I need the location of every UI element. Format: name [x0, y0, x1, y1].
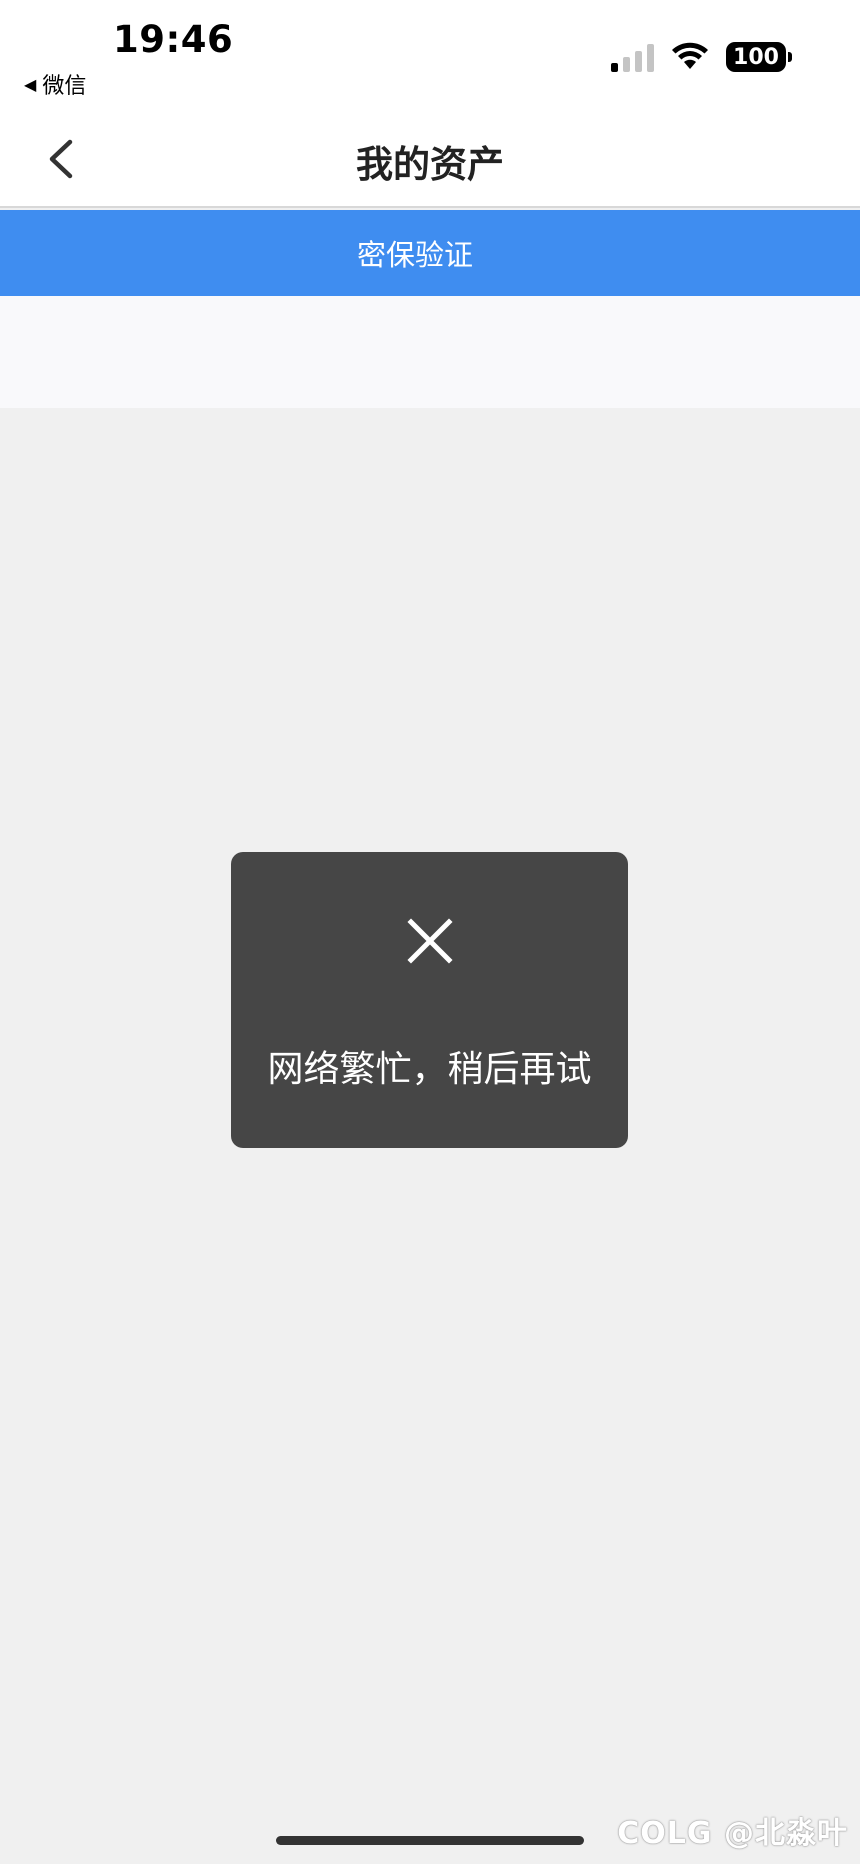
screen: 19:46 ◀ 微信 100 我的资产 密保验证 网络繁忙，稍后再试 COLG … — [0, 0, 860, 1864]
status-bar: 19:46 ◀ 微信 100 — [0, 0, 860, 110]
back-app-label: 微信 — [42, 74, 87, 99]
page-title: 我的资产 — [356, 143, 504, 186]
error-toast: 网络繁忙，稍后再试 — [231, 852, 628, 1148]
back-triangle-icon: ◀ — [24, 74, 37, 94]
toast-message: 网络繁忙，稍后再试 — [267, 1049, 592, 1090]
content-placeholder — [0, 296, 860, 408]
wifi-icon — [672, 42, 708, 69]
watermark: COLG @北淼叶 — [617, 1816, 848, 1851]
cellular-signal-icon — [611, 42, 654, 72]
home-indicator[interactable] — [276, 1836, 584, 1845]
status-time: 19:46 — [113, 18, 234, 61]
battery-icon: 100 — [726, 42, 792, 72]
battery-level: 100 — [733, 44, 779, 70]
back-to-app-link[interactable]: ◀ 微信 — [24, 68, 86, 100]
security-verification-banner[interactable]: 密保验证 — [0, 210, 860, 296]
status-indicators: 100 — [611, 42, 792, 72]
banner-label: 密保验证 — [356, 238, 473, 272]
nav-bar: 我的资产 — [0, 110, 860, 208]
close-icon — [407, 918, 453, 964]
